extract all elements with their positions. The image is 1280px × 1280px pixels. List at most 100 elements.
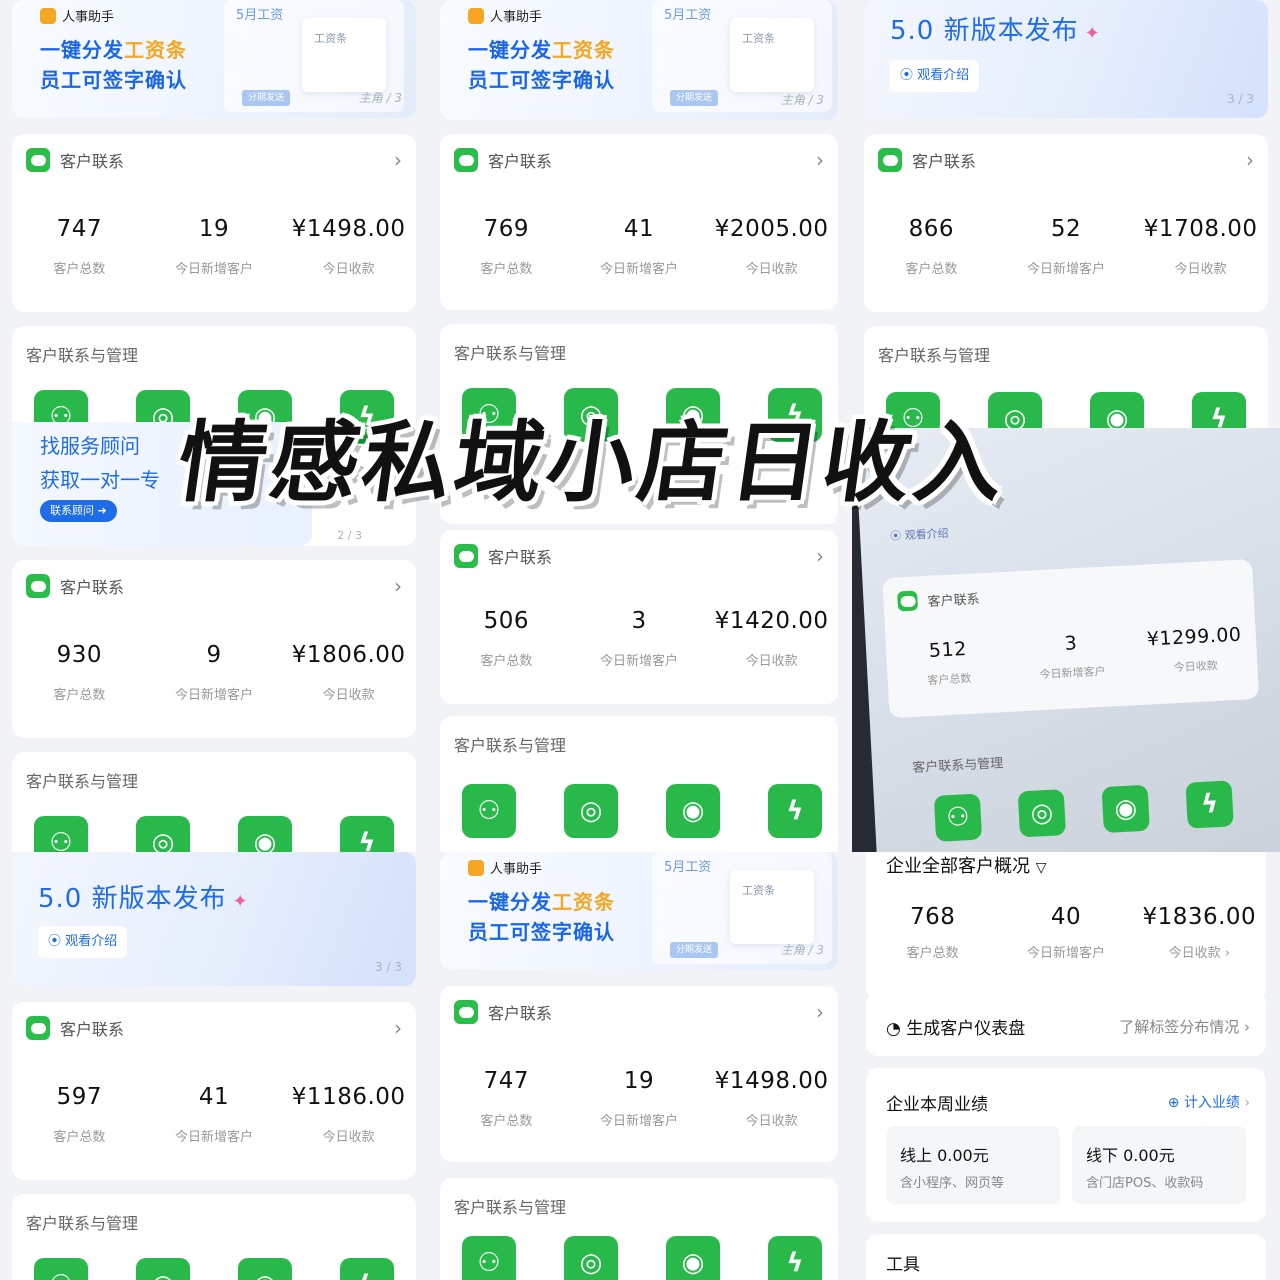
acquisition-icon[interactable]: ϟ xyxy=(1192,392,1246,428)
tools-title: 工具 xyxy=(886,1255,920,1275)
hr-line1: 一键分发工资条 xyxy=(40,38,187,62)
send-button: 分期发送 xyxy=(670,942,718,958)
wechat-service-icon[interactable]: ◉ xyxy=(238,1258,292,1280)
customer-group-icon[interactable]: ⚇ xyxy=(462,784,516,838)
chevron-right-icon[interactable]: › xyxy=(816,1000,824,1024)
watch-intro-button[interactable]: ⦿ 观看介绍 xyxy=(38,926,128,958)
chevron-right-icon[interactable]: › xyxy=(1246,148,1254,172)
stat-new: 41 xyxy=(198,1084,230,1110)
collage: 人事助手 一键分发工资条 员工可签字确认 5月工资 工资条 分期发送 主角 / … xyxy=(0,0,1280,1280)
stat-revenue: ¥1806.00 xyxy=(291,642,406,668)
screenshot-col3-top: 5.0 新版本发布 ✦ ⦿ 观看介绍 3 / 3 客户联系 › 866 客户总数 5… xyxy=(852,0,1280,428)
send-button: 分期发送 xyxy=(670,90,718,106)
stat-total: 506 xyxy=(483,608,530,634)
person-icon xyxy=(40,7,56,24)
mgmt-title: 客户联系与管理 xyxy=(26,346,139,365)
online-performance[interactable]: 线上 0.00元 含小程序、网页等 xyxy=(886,1126,1060,1204)
wechat-icon xyxy=(454,544,478,568)
stat-revenue: ¥1708.00 xyxy=(1143,216,1258,242)
customer-group-icon[interactable]: ⚇ xyxy=(462,1236,516,1280)
customer-link-card[interactable]: 客户联系 › 769 客户总数 41 今日新增客户 ¥2005.00 今日收款 xyxy=(440,134,838,310)
stat-new: 3 xyxy=(631,608,647,634)
contact-advisor-button[interactable]: 联系顾问 ➜ xyxy=(40,500,117,522)
customer-mgmt-card: 客户联系与管理 ⚇ ◎ ◉ ϟ xyxy=(12,1194,416,1280)
tag-distribution-link[interactable]: 了解标签分布情况 › xyxy=(1119,1016,1250,1037)
stat-new: 52 xyxy=(1050,216,1082,242)
stat-total: 597 xyxy=(56,1084,103,1110)
offline-performance[interactable]: 线下 0.00元 含门店POS、收款码 xyxy=(1072,1126,1246,1204)
dashboard-row[interactable]: ◔ 生成客户仪表盘 了解标签分布情况 › xyxy=(866,992,1266,1056)
stats-row: 747 客户总数 19 今日新增客户 ¥1498.00 今日收款 xyxy=(12,216,416,277)
send-button: 分期发送 xyxy=(242,90,290,106)
chevron-right-icon[interactable]: › xyxy=(394,148,402,172)
hr-banner[interactable]: 人事助手 一键分发工资条 员工可签字确认 5月工资 工资条 分期发送 主角 / … xyxy=(12,0,416,118)
moments-icon[interactable]: ◎ xyxy=(564,784,618,838)
tools-card: 工具 xyxy=(866,1234,1266,1280)
filter-icon: ▽ xyxy=(1035,860,1047,876)
enterprise-overview-card[interactable]: 企业全部客户概况 ▽ 768 客户总数 40 今日新增客户 ¥1836.00 今日收款… xyxy=(866,852,1266,1000)
customer-mgmt-card: 客户联系与管理 ⚇ ◎ ◉ ϟ xyxy=(440,716,838,852)
customer-link-card[interactable]: 客户联系 › 597 客户总数 41 今日新增客户 ¥1186.00 今日收款 xyxy=(12,1002,416,1180)
dashboard-label: ◔ 生成客户仪表盘 xyxy=(886,1019,1026,1039)
person-icon xyxy=(468,859,484,876)
stat-revenue: ¥1498.00 xyxy=(291,216,406,242)
v5-banner[interactable]: 5.0 新版本发布 ✦ ⦿ 观看介绍 3 / 3 xyxy=(864,0,1268,118)
customer-mgmt-card: 客户联系与管理 ⚇ ◎ ◉ ϟ xyxy=(440,1178,838,1280)
acquisition-icon[interactable]: ϟ xyxy=(340,816,394,852)
may-salary-label: 5月工资 xyxy=(236,8,284,23)
advisor-line2: 获取一对一专 xyxy=(40,468,160,492)
moments-icon[interactable]: ◎ xyxy=(136,1258,190,1280)
v5-banner[interactable]: 5.0 新版本发布 ✦ ⦿ 观看介绍 3 / 3 xyxy=(12,852,416,986)
chevron-right-icon[interactable]: › xyxy=(394,574,402,598)
stat-total: 768 xyxy=(909,904,956,930)
customer-group-icon[interactable]: ⚇ xyxy=(34,1258,88,1280)
wechat-icon xyxy=(878,148,902,172)
customer-link-card[interactable]: 客户联系 › 506 客户总数 3 今日新增客户 ¥1420.00 今日收款 xyxy=(440,530,838,704)
revenue-link[interactable]: 今日收款 › xyxy=(1133,942,1266,961)
hr-banner[interactable]: 人事助手 一键分发工资条 员工可签字确认 5月工资 工资条 分期发送 主角 / … xyxy=(440,852,838,970)
moments-icon[interactable]: ◎ xyxy=(564,1236,618,1280)
wechat-service-icon[interactable]: ◉ xyxy=(666,784,720,838)
wechat-service-icon: ◉ xyxy=(1101,784,1150,834)
customer-link-card: 客户联系 512 客户总数 3 今日新增客户 ¥1299.00 今日收款 xyxy=(882,558,1260,719)
acquisition-icon: ϟ xyxy=(1185,780,1234,829)
acquisition-icon[interactable]: ϟ xyxy=(768,784,822,838)
advisor-line1: 找服务顾问 xyxy=(40,434,140,458)
chevron-right-icon[interactable]: › xyxy=(816,148,824,172)
stat-total: 512 xyxy=(928,638,968,662)
stat-new: 3 xyxy=(1064,632,1078,655)
wechat-service-icon[interactable]: ◉ xyxy=(238,816,292,852)
watch-intro-button[interactable]: ⦿ 观看介绍 xyxy=(890,60,980,92)
customer-group-icon[interactable]: ⚇ xyxy=(34,816,88,852)
customer-link-card[interactable]: 客户联系 › 866 客户总数 52 今日新增客户 ¥1708.00 今日收款 xyxy=(864,134,1268,312)
wechat-service-icon[interactable]: ◉ xyxy=(1090,392,1144,428)
record-performance-link[interactable]: ⊕ 计入业绩 › xyxy=(1168,1092,1250,1112)
customer-link-card[interactable]: 客户联系 › 747 客户总数 19 今日新增客户 ¥1498.00 今日收款 xyxy=(440,986,838,1162)
moments-icon[interactable]: ◎ xyxy=(136,816,190,852)
acquisition-icon[interactable]: ϟ xyxy=(768,1236,822,1280)
stat-new: 19 xyxy=(198,216,230,242)
acquisition-icon[interactable]: ϟ xyxy=(340,1258,394,1280)
chevron-right-icon[interactable]: › xyxy=(816,544,824,568)
hr-banner[interactable]: 人事助手 一键分发工资条 员工可签字确认 5月工资 工资条 分期发送 主角 / … xyxy=(440,0,838,120)
chevron-right-icon[interactable]: › xyxy=(394,1016,402,1040)
person-icon xyxy=(468,7,484,24)
weekly-title: 企业本周业绩 xyxy=(886,1095,988,1115)
stat-revenue: ¥1836.00 xyxy=(1142,904,1257,930)
stat-total: 930 xyxy=(56,642,103,668)
card-header: 客户联系 xyxy=(26,148,124,172)
advisor-page-indicator: 2 / 3 xyxy=(337,529,362,542)
overview-title: 企业全部客户概况 ▽ xyxy=(886,856,1047,877)
wechat-icon xyxy=(26,148,50,172)
wechat-service-icon[interactable]: ◉ xyxy=(666,1236,720,1280)
customer-link-card[interactable]: 客户联系 › 930 客户总数 9 今日新增客户 ¥1806.00 今日收款 xyxy=(12,560,416,738)
stat-revenue: ¥1299.00 xyxy=(1146,623,1243,651)
stat-new: 40 xyxy=(1050,904,1082,930)
salary-slip: 工资条 xyxy=(302,18,386,92)
customer-mgmt-card: 客户联系与管理 ⚇ ◎ ◉ ϟ xyxy=(12,752,416,852)
customer-link-card[interactable]: 客户联系 › 747 客户总数 19 今日新增客户 ¥1498.00 今日收款 xyxy=(12,134,416,312)
stat-revenue: ¥1186.00 xyxy=(291,1084,406,1110)
watch-intro-link: ⦿ 观看介绍 xyxy=(889,526,949,543)
hr-line2: 员工可签字确认 xyxy=(40,68,187,92)
stat-new: 19 xyxy=(623,1068,655,1094)
